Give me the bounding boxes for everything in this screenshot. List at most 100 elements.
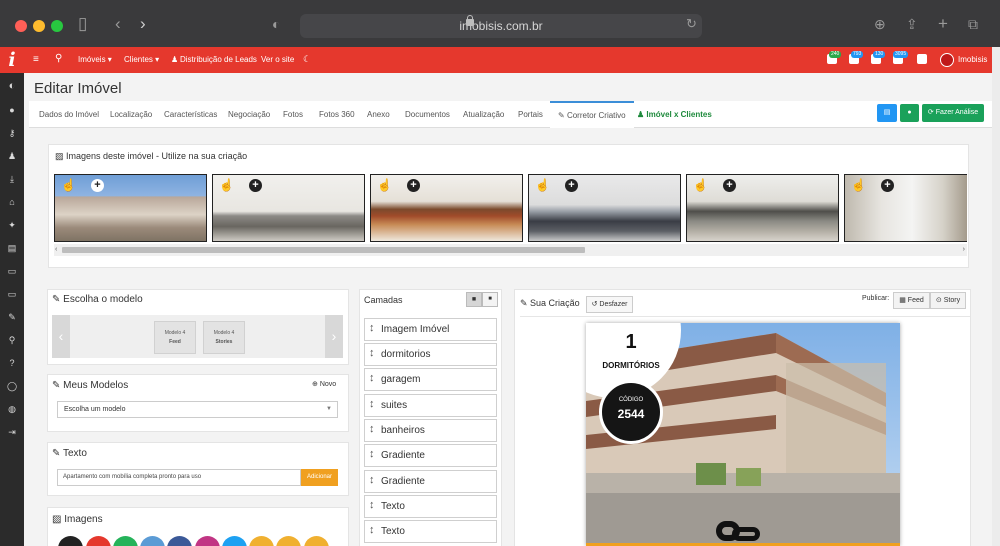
drag-handle-icon[interactable]: ↕: [369, 347, 375, 359]
tab-caracteristicas[interactable]: Características: [164, 110, 217, 119]
layer-item[interactable]: ↕ Gradiente: [364, 444, 497, 467]
brand-name[interactable]: Imobisis: [958, 55, 987, 64]
property-photo[interactable]: ☝ +: [212, 174, 365, 242]
property-photo[interactable]: ☝ +: [528, 174, 681, 242]
edit-icon[interactable]: ✎: [0, 312, 24, 323]
forward-icon[interactable]: ›: [140, 14, 146, 34]
avatar[interactable]: [940, 53, 954, 67]
model-card-feed[interactable]: Modelo 4 Feed: [154, 321, 196, 354]
book-icon[interactable]: [917, 54, 927, 64]
property-photo[interactable]: ☝ +: [686, 174, 839, 242]
layer-item[interactable]: ↕ suites: [364, 394, 497, 417]
pin-icon[interactable]: ✦: [0, 220, 24, 231]
story-button[interactable]: ⊙ Story: [930, 292, 966, 309]
search-icon[interactable]: ⚲: [55, 53, 62, 64]
minimize-window-button[interactable]: [33, 20, 45, 32]
tab-fotos[interactable]: Fotos: [283, 110, 303, 119]
add-icon[interactable]: +: [881, 179, 894, 192]
help-icon[interactable]: ?: [0, 358, 24, 368]
home-icon[interactable]: ⌂: [0, 197, 24, 207]
property-photo[interactable]: ☝ +: [844, 174, 967, 242]
download-icon[interactable]: ⤓: [0, 174, 24, 185]
search-icon[interactable]: ⚲: [0, 335, 24, 346]
drag-handle-icon[interactable]: ↕: [369, 322, 375, 334]
dashboard-icon[interactable]: ●: [0, 105, 24, 115]
add-icon[interactable]: +: [565, 179, 578, 192]
print-button[interactable]: ▤: [877, 104, 897, 122]
add-text-button[interactable]: Adicionar: [301, 469, 338, 486]
tab-documentos[interactable]: Documentos: [405, 110, 450, 119]
model-card-stories[interactable]: Modelo 4 Stories: [203, 321, 245, 354]
download-icon[interactable]: ⊕: [874, 14, 886, 34]
sidebar-toggle-icon[interactable]: ▯: [78, 14, 87, 34]
nav-distribuicao-leads[interactable]: Distribuição de Leads: [180, 55, 257, 64]
brand-logo-icon[interactable]: ◐: [0, 80, 24, 92]
print-icon[interactable]: ▤: [0, 243, 24, 254]
share-icon[interactable]: ⇪: [906, 14, 918, 34]
add-icon[interactable]: +: [407, 179, 420, 192]
layer-item[interactable]: ↕ Imagem Imóvel: [364, 318, 497, 341]
new-model-button[interactable]: ⊕ Novo: [312, 380, 336, 388]
maximize-window-button[interactable]: [51, 20, 63, 32]
back-icon[interactable]: ‹: [115, 14, 121, 34]
scroll-right-icon[interactable]: ›: [963, 246, 965, 253]
carousel-next-icon[interactable]: ›: [325, 315, 343, 358]
app-logo[interactable]: i: [0, 47, 24, 73]
add-icon[interactable]: +: [723, 179, 736, 192]
drag-handle-icon[interactable]: ↕: [369, 524, 375, 536]
nav-imoveis[interactable]: Imóveis ▾: [78, 55, 112, 64]
feed-button[interactable]: ▦ Feed: [893, 292, 930, 309]
page-scrollbar[interactable]: [992, 47, 1000, 546]
scrollbar-thumb[interactable]: [62, 247, 585, 253]
layer-item[interactable]: ↕ Texto: [364, 520, 497, 543]
drag-handle-icon[interactable]: ↕: [369, 474, 375, 486]
layer-item[interactable]: ↕ dormitorios: [364, 343, 497, 366]
nav-ver-site[interactable]: Ver o site: [261, 55, 294, 64]
globe-icon[interactable]: ◍: [0, 404, 24, 415]
tab-corretor-criativo[interactable]: ✎ Corretor Criativo: [550, 101, 634, 128]
property-photo[interactable]: ☝ +: [370, 174, 523, 242]
layer-view-square-button[interactable]: ■: [466, 292, 482, 307]
close-window-button[interactable]: [15, 20, 27, 32]
drag-handle-icon[interactable]: ↕: [369, 448, 375, 460]
dark-mode-icon[interactable]: ☾: [303, 54, 311, 65]
layer-item[interactable]: ↕ Texto: [364, 495, 497, 518]
tabs-overview-icon[interactable]: ⧉: [968, 14, 978, 34]
layer-item[interactable]: ↕ garagem: [364, 368, 497, 391]
layer-item[interactable]: ↕ Gradiente: [364, 470, 497, 493]
tab-imovel-clientes[interactable]: ♟ Imóvel x Clientes: [637, 110, 712, 119]
users-icon[interactable]: ♟: [0, 151, 24, 162]
file-icon[interactable]: ▭: [0, 289, 24, 300]
drag-handle-icon[interactable]: ↕: [369, 372, 375, 384]
whatsapp-icon[interactable]: ◯: [0, 381, 24, 392]
document-icon[interactable]: ▭: [0, 266, 24, 277]
drag-handle-icon[interactable]: ↕: [369, 423, 375, 435]
scroll-left-icon[interactable]: ‹: [55, 246, 57, 253]
nav-clientes[interactable]: Clientes ▾: [124, 55, 159, 64]
reload-icon[interactable]: ↻: [686, 14, 697, 34]
shield-icon[interactable]: ◐: [272, 14, 280, 34]
add-icon[interactable]: +: [249, 179, 262, 192]
tab-negociacao[interactable]: Negociação: [228, 110, 270, 119]
analyze-button[interactable]: ⟳ Fazer Análise: [922, 104, 984, 122]
tab-portais[interactable]: Portais: [518, 110, 543, 119]
model-select[interactable]: Escolha um modelo ▼: [57, 401, 338, 418]
undo-button[interactable]: ↺ Desfazer: [586, 296, 633, 313]
creation-canvas[interactable]: 1 DORMITÓRIOS CÓDIGO 2544: [586, 323, 900, 546]
carousel-prev-icon[interactable]: ‹: [52, 315, 70, 358]
tab-localizacao[interactable]: Localização: [110, 110, 152, 119]
drag-handle-icon[interactable]: ↕: [369, 398, 375, 410]
images-scrollbar[interactable]: ‹ ›: [54, 244, 967, 256]
hamburger-icon[interactable]: ≡: [33, 54, 39, 65]
property-photo[interactable]: ☝ +: [54, 174, 207, 242]
layer-view-small-button[interactable]: ■: [482, 292, 498, 307]
tab-dados-imovel[interactable]: Dados do Imóvel: [39, 110, 99, 119]
tab-atualizacao[interactable]: Atualização: [463, 110, 504, 119]
new-tab-icon[interactable]: +: [938, 14, 948, 34]
text-input[interactable]: Apartamento com mobília completa pronto …: [57, 469, 301, 486]
key-icon[interactable]: ⚷: [0, 128, 24, 139]
whatsapp-button[interactable]: ●: [900, 104, 919, 122]
layer-item[interactable]: ↕ banheiros: [364, 419, 497, 442]
logout-icon[interactable]: ⇥: [0, 427, 24, 438]
add-icon[interactable]: +: [91, 179, 104, 192]
